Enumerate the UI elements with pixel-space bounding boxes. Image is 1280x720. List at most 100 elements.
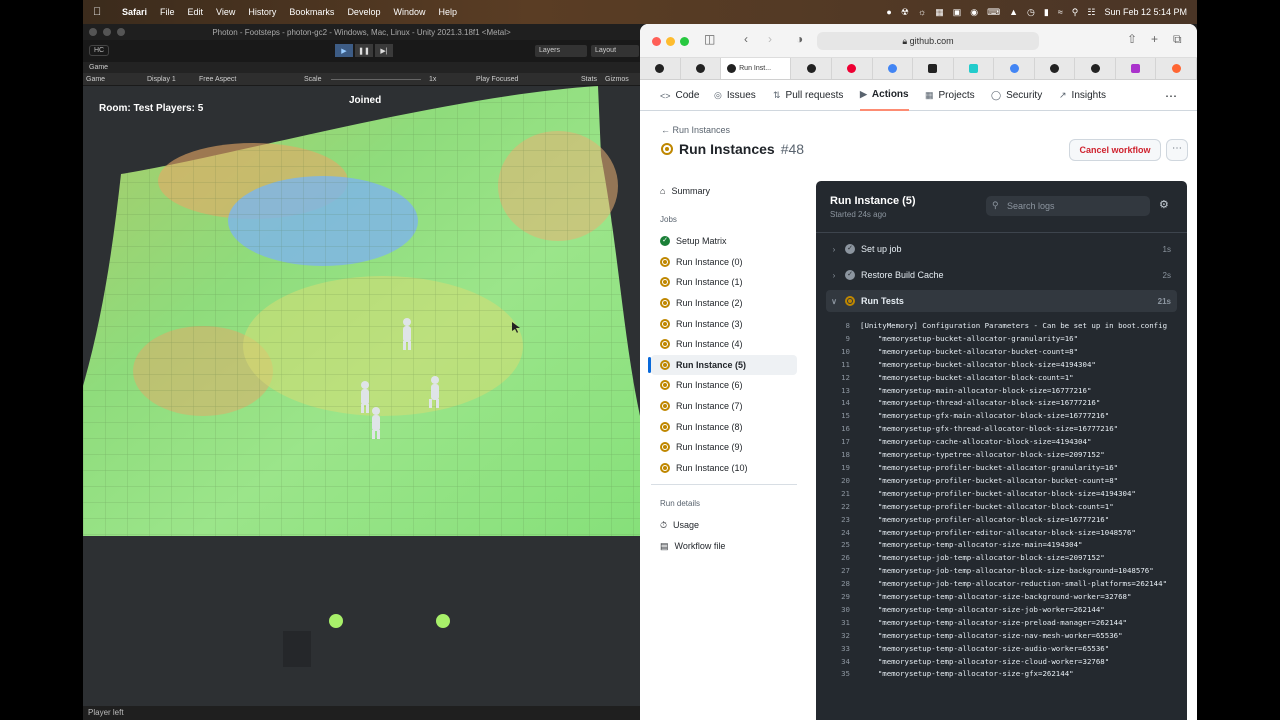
line-number[interactable]: 27: [826, 565, 860, 578]
sidebar-job-item[interactable]: Run Instance (10): [651, 458, 797, 479]
menubar-clock[interactable]: Sun Feb 12 5:14 PM: [1104, 7, 1187, 17]
aspect-dropdown[interactable]: Free Aspect: [199, 73, 236, 86]
nav-code[interactable]: <> Code: [660, 80, 699, 111]
sidebar-job-item[interactable]: Run Instance (0): [651, 252, 797, 273]
line-number[interactable]: 16: [826, 423, 860, 436]
menu-view[interactable]: View: [216, 7, 235, 17]
pause-button[interactable]: ❚❚: [355, 44, 373, 57]
line-number[interactable]: 24: [826, 527, 860, 540]
line-number[interactable]: 11: [826, 359, 860, 372]
step-button[interactable]: ▶|: [375, 44, 393, 57]
back-icon[interactable]: ‹: [744, 32, 748, 46]
keyboard-icon[interactable]: ⌨: [987, 7, 1000, 18]
record-icon[interactable]: ●: [886, 7, 891, 17]
sidebar-job-item[interactable]: Run Instance (3): [651, 313, 797, 334]
line-number[interactable]: 33: [826, 643, 860, 656]
nav-insights[interactable]: ↗ Insights: [1059, 80, 1106, 111]
tab-google[interactable]: [873, 58, 914, 79]
wifi-icon[interactable]: ≈: [1058, 7, 1063, 17]
menu-history[interactable]: History: [248, 7, 276, 17]
tab-google[interactable]: [994, 58, 1035, 79]
menu-edit[interactable]: Edit: [188, 7, 204, 17]
line-number[interactable]: 20: [826, 475, 860, 488]
play-focused-dropdown[interactable]: Play Focused: [476, 73, 518, 86]
line-number[interactable]: 31: [826, 617, 860, 630]
battery-icon[interactable]: ▮: [1044, 7, 1049, 18]
sidebar-job-item[interactable]: Run Instance (8): [651, 416, 797, 437]
line-number[interactable]: 12: [826, 372, 860, 385]
game-viewport[interactable]: Joined Room: Test Players: 5: [83, 86, 640, 706]
sidebar-item-summary[interactable]: ⌂ Summary: [651, 174, 797, 207]
forward-icon[interactable]: ›: [768, 32, 772, 46]
line-number[interactable]: 8: [826, 320, 860, 333]
line-number[interactable]: 17: [826, 436, 860, 449]
game-tab[interactable]: Game: [83, 62, 640, 73]
minimize-button[interactable]: [103, 28, 111, 36]
tab-site[interactable]: [832, 58, 873, 79]
line-number[interactable]: 18: [826, 449, 860, 462]
line-number[interactable]: 34: [826, 656, 860, 669]
new-tab-icon[interactable]: +: [1151, 32, 1158, 46]
scale-slider[interactable]: [331, 79, 421, 80]
tab-github[interactable]: [1075, 58, 1116, 79]
apple-icon[interactable]: : [93, 6, 109, 18]
sidebar-toggle-icon[interactable]: ◫: [704, 32, 715, 46]
account-dropdown[interactable]: HC: [89, 45, 110, 56]
line-number[interactable]: 23: [826, 514, 860, 527]
sidebar-job-item[interactable]: Run Instance (4): [651, 334, 797, 355]
line-number[interactable]: 15: [826, 410, 860, 423]
sidebar-job-item[interactable]: Run Instance (6): [651, 375, 797, 396]
line-number[interactable]: 28: [826, 578, 860, 591]
sidebar-job-item[interactable]: Run Instance (7): [651, 396, 797, 417]
line-number[interactable]: 22: [826, 501, 860, 514]
menu-bookmarks[interactable]: Bookmarks: [289, 7, 334, 17]
line-number[interactable]: 21: [826, 488, 860, 501]
line-number[interactable]: 29: [826, 591, 860, 604]
nav-more-icon[interactable]: ⋯: [1165, 80, 1177, 111]
search-logs-input[interactable]: Search logs: [986, 196, 1150, 216]
menu-window[interactable]: Window: [393, 7, 425, 17]
log-step[interactable]: ∨ Run Tests 21s: [826, 290, 1177, 312]
display-icon[interactable]: ▣: [953, 7, 962, 18]
radiation-icon[interactable]: ☢: [901, 7, 909, 18]
tab-github[interactable]: [640, 58, 681, 79]
tab-site[interactable]: [954, 58, 995, 79]
log-step[interactable]: › ✓ Restore Build Cache 2s: [826, 264, 1177, 286]
line-number[interactable]: 14: [826, 397, 860, 410]
stats-button[interactable]: Stats: [581, 73, 597, 86]
elephant-icon[interactable]: ◉: [970, 7, 978, 18]
zoom-button[interactable]: [117, 28, 125, 36]
clock-icon[interactable]: ◷: [1027, 7, 1035, 18]
log-step[interactable]: › ✓ Set up job 1s: [826, 238, 1177, 260]
close-button[interactable]: [652, 37, 661, 46]
minimize-button[interactable]: [666, 37, 675, 46]
nav-issues[interactable]: ◎ Issues: [714, 80, 756, 111]
gear-icon[interactable]: ⚙: [1159, 198, 1169, 211]
nav-actions[interactable]: ▶ Actions: [860, 80, 909, 111]
nav-pull-requests[interactable]: ⇅ Pull requests: [773, 80, 843, 111]
layout-dropdown[interactable]: Layout: [591, 45, 639, 57]
sidebar-job-item[interactable]: ✓ Setup Matrix: [651, 231, 797, 252]
sidebar-item-workflow-file[interactable]: ▤ Workflow file: [651, 536, 797, 557]
control-center-icon[interactable]: ☷: [1087, 7, 1095, 18]
privacy-shield-icon[interactable]: ◑: [796, 32, 803, 46]
line-number[interactable]: 9: [826, 333, 860, 346]
sidebar-job-item[interactable]: Run Instance (5): [648, 354, 797, 376]
display-dropdown[interactable]: Display 1: [147, 73, 176, 86]
menu-app-name[interactable]: Safari: [122, 7, 147, 17]
cube-icon[interactable]: ▦: [935, 7, 944, 18]
menu-help[interactable]: Help: [438, 7, 457, 17]
sidebar-item-usage[interactable]: ⏱ Usage: [651, 515, 797, 536]
line-number[interactable]: 13: [826, 385, 860, 398]
line-number[interactable]: 10: [826, 346, 860, 359]
tab-overview-icon[interactable]: ⧉: [1173, 32, 1182, 47]
line-number[interactable]: 32: [826, 630, 860, 643]
game-mode-dropdown[interactable]: Game: [86, 73, 105, 86]
nav-projects[interactable]: ▦ Projects: [925, 80, 975, 111]
sidebar-job-item[interactable]: Run Instance (9): [651, 437, 797, 458]
play-button[interactable]: ▶: [335, 44, 353, 57]
menu-file[interactable]: File: [160, 7, 175, 17]
tab-github[interactable]: [791, 58, 832, 79]
menu-develop[interactable]: Develop: [347, 7, 380, 17]
line-number[interactable]: 26: [826, 552, 860, 565]
